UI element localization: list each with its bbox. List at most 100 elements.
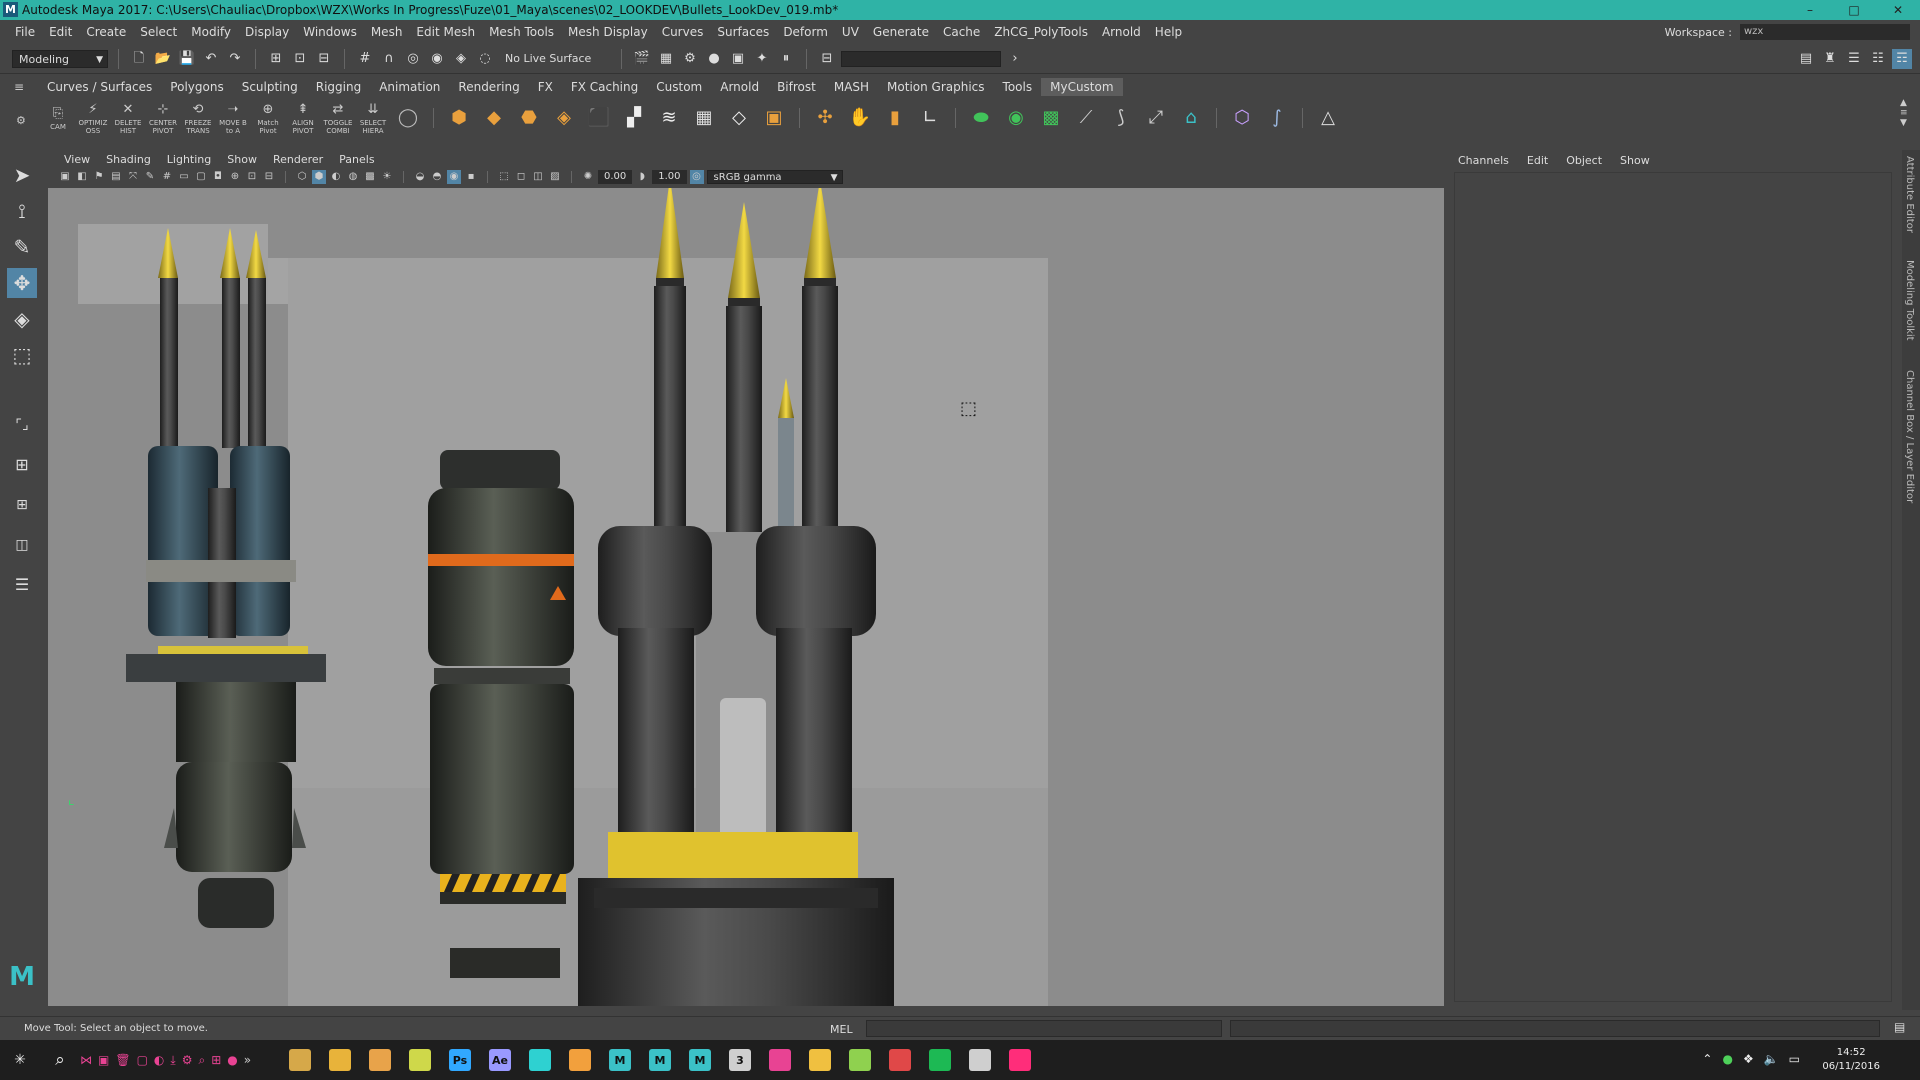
- menu-zhcg-polytools[interactable]: ZhCG_PolyTools: [987, 25, 1095, 39]
- persp-outliner-layout-icon[interactable]: ◫: [7, 530, 37, 560]
- anti-aliasing-icon[interactable]: ▪: [464, 170, 478, 184]
- shelf-settings-icon[interactable]: ⚙: [16, 114, 30, 128]
- undo-icon[interactable]: ↶: [201, 49, 221, 69]
- chevron-right-icon[interactable]: »: [244, 1053, 251, 1067]
- chevron-right-icon[interactable]: ›: [1005, 49, 1025, 69]
- panel-menu-renderer[interactable]: Renderer: [265, 153, 331, 166]
- bend-icon[interactable]: ∫: [1261, 102, 1293, 134]
- shelf-tab-motion-graphics[interactable]: Motion Graphics: [878, 78, 994, 96]
- shelf-scroll-icon[interactable]: ▲ ≡ ▼: [1900, 98, 1908, 128]
- shelf-menu-icon[interactable]: ≡: [14, 80, 28, 94]
- shelf-tab-mycustom[interactable]: MyCustom: [1041, 78, 1123, 96]
- start-button[interactable]: ✳: [0, 1040, 40, 1080]
- multi-cut-icon[interactable]: ▦: [688, 102, 720, 134]
- move-tool-icon[interactable]: ✥: [7, 268, 37, 298]
- menu-help[interactable]: Help: [1148, 25, 1189, 39]
- notifications-icon[interactable]: ▭: [1789, 1052, 1800, 1066]
- close-button[interactable]: ✕: [1876, 0, 1920, 20]
- arnold-icon[interactable]: ⌂: [1175, 102, 1207, 134]
- pause-icon[interactable]: ⏸: [776, 49, 796, 69]
- taskbar-app-notes[interactable]: [360, 1040, 400, 1080]
- four-view-layout-icon[interactable]: ⊞: [7, 490, 37, 520]
- menu-set-dropdown[interactable]: Modeling ▼: [12, 49, 108, 68]
- sphere-icon[interactable]: ◯: [392, 102, 424, 134]
- taskbar-app-app-pink[interactable]: [1000, 1040, 1040, 1080]
- taskbar-app-after-effects[interactable]: Ae: [480, 1040, 520, 1080]
- share-icon[interactable]: ⋈: [80, 1053, 92, 1067]
- search-tray-icon[interactable]: ⌕: [198, 1053, 205, 1068]
- smooth-shade-icon[interactable]: ⬢: [312, 170, 326, 184]
- shelf-tab-sculpting[interactable]: Sculpting: [233, 78, 307, 96]
- snap-grid-icon[interactable]: #: [355, 49, 375, 69]
- taskbar-app-app-lime[interactable]: [840, 1040, 880, 1080]
- grease-pencil-icon[interactable]: ✎: [143, 170, 157, 184]
- poly-cylinder-icon[interactable]: ⬣: [513, 102, 545, 134]
- safe-title-icon[interactable]: ⊟: [262, 170, 276, 184]
- menu-deform[interactable]: Deform: [776, 25, 835, 39]
- panel-menu-lighting[interactable]: Lighting: [159, 153, 219, 166]
- shelf-tab-bifrost[interactable]: Bifrost: [768, 78, 825, 96]
- gamma-field[interactable]: 1.00: [652, 170, 687, 184]
- xray-joints-icon[interactable]: ◫: [531, 170, 545, 184]
- shelf-button-cam[interactable]: ⎘ CAM: [42, 102, 74, 134]
- taskbar-app-app-orange[interactable]: [560, 1040, 600, 1080]
- make-live-icon[interactable]: ◌: [475, 49, 495, 69]
- minimize-button[interactable]: –: [1788, 0, 1832, 20]
- xray-icon[interactable]: ◻: [514, 170, 528, 184]
- taskbar-app-photoshop[interactable]: Ps: [440, 1040, 480, 1080]
- shelf-button-align-pivot[interactable]: ⇞ ALIGN PIVOT: [287, 102, 319, 135]
- menu-file[interactable]: File: [8, 25, 42, 39]
- exposure-field[interactable]: 0.00: [598, 170, 633, 184]
- poly-sphere-icon[interactable]: ⬢: [443, 102, 475, 134]
- shelf-tab-arnold[interactable]: Arnold: [711, 78, 768, 96]
- exposure-icon[interactable]: ✺: [581, 170, 595, 184]
- textured-icon[interactable]: ▩: [363, 170, 377, 184]
- use-default-material-icon[interactable]: ◐: [329, 170, 343, 184]
- trash-icon[interactable]: 🗑: [115, 1053, 130, 1067]
- last-tool-icon[interactable]: ⌜⌟: [7, 410, 37, 440]
- shelf-tab-tools[interactable]: Tools: [994, 78, 1042, 96]
- shelf-button-optimiz-oss[interactable]: ⚡ OPTIMIZ OSS: [77, 102, 109, 135]
- bookmark-icon[interactable]: ⚑: [92, 170, 106, 184]
- taskbar-app-chrome[interactable]: [320, 1040, 360, 1080]
- taskbar-app-maya-2[interactable]: M: [640, 1040, 680, 1080]
- menu-mesh-tools[interactable]: Mesh Tools: [482, 25, 561, 39]
- taskbar-app-task-manager[interactable]: [960, 1040, 1000, 1080]
- panel-menu-view[interactable]: View: [56, 153, 98, 166]
- redo-icon[interactable]: ↷: [225, 49, 245, 69]
- workspace-dropdown[interactable]: wzx: [1740, 24, 1910, 40]
- menu-display[interactable]: Display: [238, 25, 296, 39]
- select-object-icon[interactable]: ⊡: [290, 49, 310, 69]
- quad-draw-icon[interactable]: ⟋: [1070, 102, 1102, 134]
- menu-windows[interactable]: Windows: [296, 25, 364, 39]
- field-chart-icon[interactable]: ⊕: [228, 170, 242, 184]
- color-management-icon[interactable]: ◎: [689, 170, 704, 184]
- poly-cube-icon[interactable]: ◆: [478, 102, 510, 134]
- 2d-pan-zoom-icon[interactable]: ⤧: [126, 170, 140, 184]
- channel-box-menu-object[interactable]: Object: [1566, 154, 1602, 167]
- menu-generate[interactable]: Generate: [866, 25, 936, 39]
- shelf-button-select-hiera[interactable]: ⇊ SELECT HIERA: [357, 102, 389, 135]
- paint-select-tool-icon[interactable]: ✎: [7, 232, 37, 262]
- shelf-button-toggle-combi[interactable]: ⇄ TOGGLE COMBI: [322, 102, 354, 135]
- extrude-icon[interactable]: ⬛: [583, 102, 615, 134]
- film-gate-icon[interactable]: ▭: [177, 170, 191, 184]
- menu-edit[interactable]: Edit: [42, 25, 79, 39]
- evernote-icon[interactable]: ●: [1722, 1052, 1732, 1066]
- shelf-tab-animation[interactable]: Animation: [370, 78, 449, 96]
- outliner-icon[interactable]: ☰: [7, 570, 37, 600]
- system-clock[interactable]: 14:52 06/11/2016: [1822, 1046, 1880, 1074]
- attribute-editor-icon[interactable]: ☰: [1844, 49, 1864, 69]
- menu-mesh-display[interactable]: Mesh Display: [561, 25, 655, 39]
- menu-curves[interactable]: Curves: [655, 25, 711, 39]
- offset-icon[interactable]: ⤢: [1140, 102, 1172, 134]
- command-line-input[interactable]: [866, 1020, 1222, 1037]
- snap-point-icon[interactable]: ◎: [403, 49, 423, 69]
- ambient-occlusion-icon[interactable]: ◓: [430, 170, 444, 184]
- store-icon[interactable]: ▣: [98, 1053, 109, 1067]
- bridge-icon[interactable]: ≋: [653, 102, 685, 134]
- menu-arnold[interactable]: Arnold: [1095, 25, 1148, 39]
- taskbar-app-app-red[interactable]: [880, 1040, 920, 1080]
- scale-tool-icon[interactable]: ⬚: [7, 340, 37, 370]
- input-field-toggle-icon[interactable]: ⊟: [817, 49, 837, 69]
